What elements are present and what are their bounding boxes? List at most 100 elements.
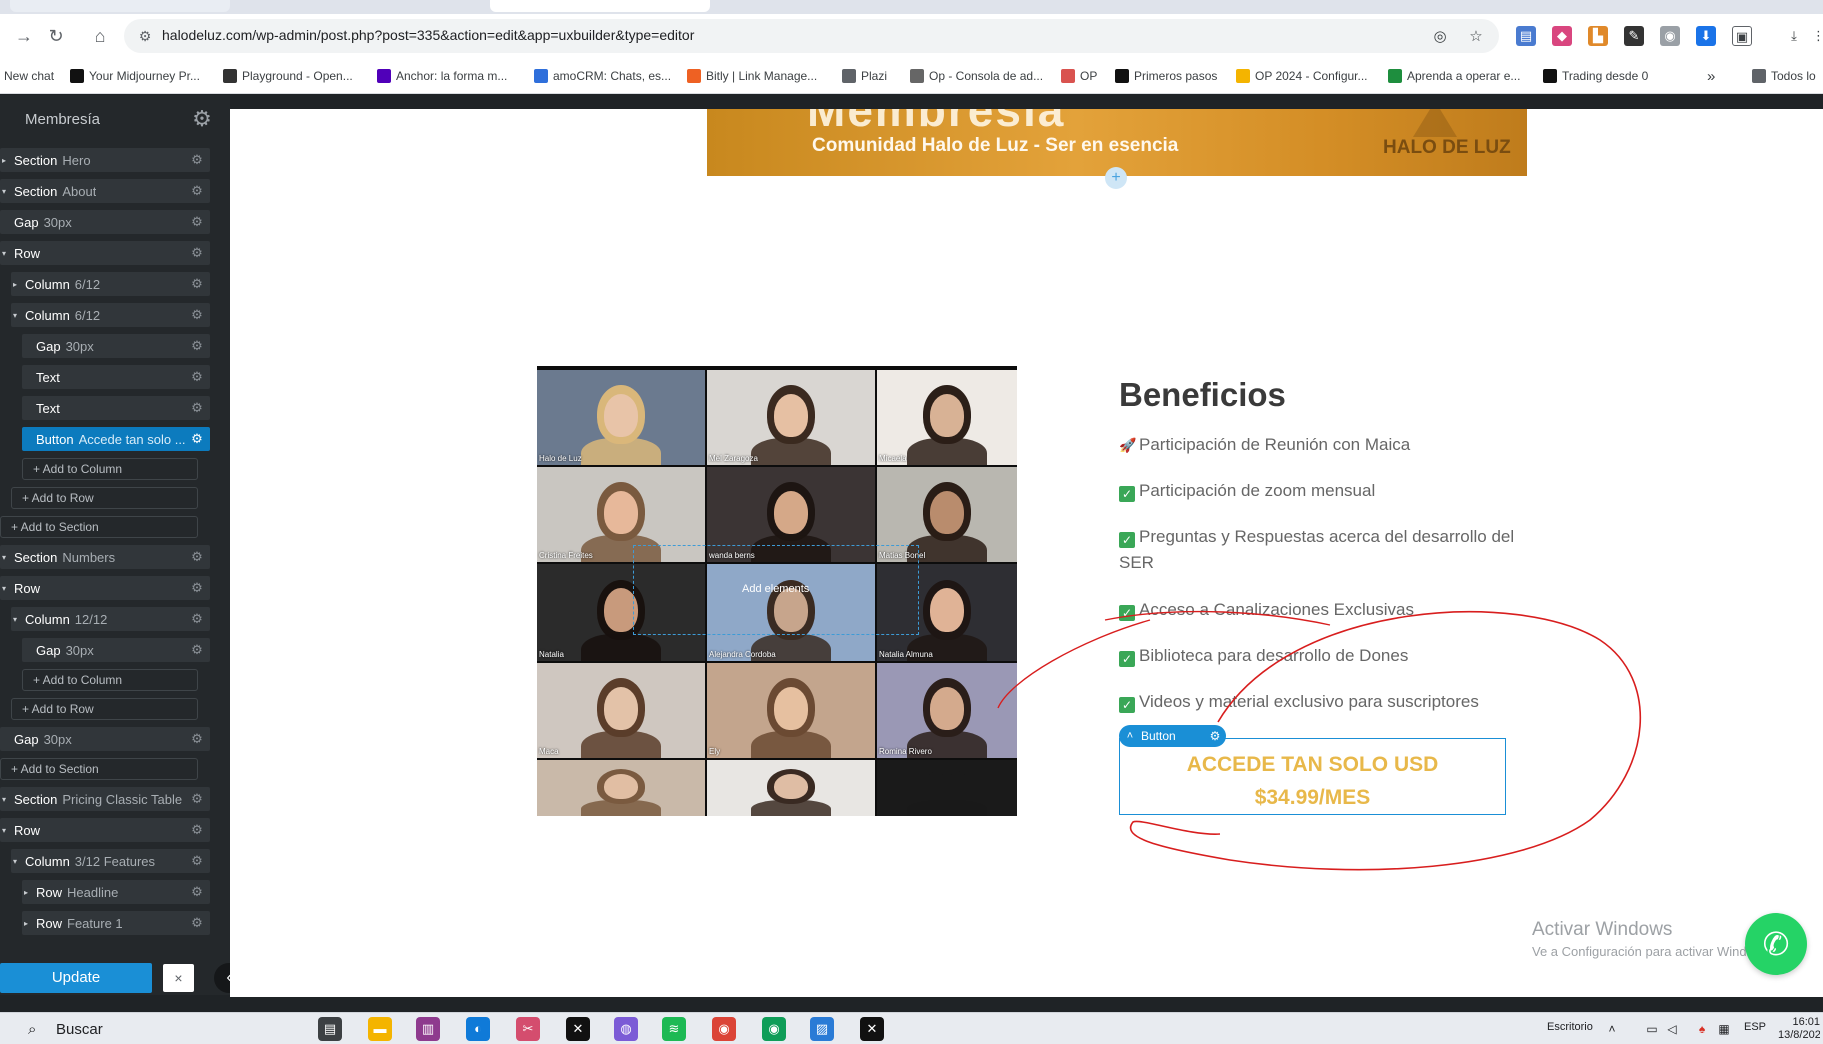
bookmark-item[interactable]: New chat [4,67,54,85]
address-bar[interactable]: ⚙ halodeluz.com/wp-admin/post.php?post=3… [124,19,1499,53]
camera-icon[interactable]: ◉ [1660,26,1680,46]
bookmark-item[interactable]: Playground - Open... [223,67,353,85]
bookmark-item[interactable]: Op - Consola de ad... [910,67,1043,85]
bookmark-item[interactable]: Plazi [842,67,887,85]
url-text[interactable]: halodeluz.com/wp-admin/post.php?post=335… [162,27,694,43]
add-element-button[interactable]: + Add to Row [11,698,198,720]
clock[interactable]: 16:01 13/8/2024 [1778,1016,1820,1042]
tree-item-section[interactable]: ▾ Section Pricing Classic Table ⚙ [0,787,210,811]
tree-item-section[interactable]: ▾ Section About ⚙ [0,179,210,203]
bookmark-item[interactable]: Trading desde 0 [1543,67,1648,85]
chat-badge-icon[interactable]: ◍ [614,1017,638,1041]
gear-icon[interactable]: ⚙ [188,641,206,659]
whatsapp-icon[interactable]: ✆ [1745,913,1807,975]
language-indicator[interactable]: ESP [1744,1021,1766,1033]
chrome-icon[interactable]: ◉ [712,1017,736,1041]
photos-icon[interactable]: ▨ [810,1017,834,1041]
reload-icon[interactable]: ↻ [42,22,70,50]
network-icon[interactable]: ▦ [1716,1020,1732,1038]
benefit-item[interactable]: ✓ Videos y material exclusivo para suscri… [1119,689,1519,715]
add-elements-dropzone[interactable]: Add elements [633,545,919,635]
caret-down-icon[interactable]: ▾ [2,187,12,196]
bookmark-item[interactable]: Aprenda a operar e... [1388,67,1520,85]
chrome-icon[interactable]: ◉ [762,1017,786,1041]
tree-item-button[interactable]: Button Accede tan solo ... ⚙ [22,427,210,451]
benefit-item[interactable]: 🚀 Participación de Reunión con Maica [1119,432,1519,458]
gear-icon[interactable]: ⚙ [188,182,206,200]
bookmark-item[interactable]: Todos lo [1752,67,1816,85]
caret-down-icon[interactable]: ▾ [2,826,12,835]
button-element-toolbar[interactable]: ˄ Button ⚙ [1119,725,1226,747]
tree-item-gap[interactable]: Gap 30px ⚙ [0,210,210,234]
tree-item-gap[interactable]: Gap 30px ⚙ [22,334,210,358]
bookmark-item[interactable]: OP 2024 - Configur... [1236,67,1368,85]
bookmark-item[interactable]: Bitly | Link Manage... [687,67,817,85]
chevron-up-icon[interactable]: ˄ [1119,730,1141,742]
add-section-icon[interactable]: + [1105,167,1127,189]
tree-item-text[interactable]: Text ⚙ [22,365,210,389]
gear-icon[interactable]: ⚙ [188,730,206,748]
tree-item-gap[interactable]: Gap 30px ⚙ [22,638,210,662]
snipping-icon[interactable]: ✂ [516,1017,540,1041]
downloads-icon[interactable]: ⤓ [1784,26,1804,46]
gear-icon[interactable]: ⚙ [190,107,214,131]
tree-item-column[interactable]: ▾ Column 12/12 ⚙ [11,607,210,631]
add-element-button[interactable]: + Add to Column [22,458,198,480]
benefit-item[interactable]: ✓ Acceso a Canalizaciones Exclusivas [1119,597,1519,623]
caret-right-icon[interactable]: ▸ [24,888,34,897]
download-extension-icon[interactable]: ⬇ [1696,26,1716,46]
caret-down-icon[interactable]: ▾ [2,553,12,562]
gear-icon[interactable]: ⚙ [188,306,206,324]
add-element-button[interactable]: + Add to Section [0,758,198,780]
tree-item-section[interactable]: ▾ Section Numbers ⚙ [0,545,210,569]
tree-item-column[interactable]: ▸ Column 6/12 ⚙ [11,272,210,296]
tree-item-row[interactable]: ▾ Row ⚙ [0,576,210,600]
puzzle-icon[interactable]: ▣ [1732,26,1752,46]
gear-icon[interactable]: ⚙ [188,610,206,628]
add-element-button[interactable]: + Add to Row [11,487,198,509]
capcut-icon[interactable]: ✕ [566,1017,590,1041]
gear-icon[interactable]: ⚙ [188,337,206,355]
gear-icon[interactable]: ⚙ [188,399,206,417]
forward-icon[interactable]: → [10,22,38,50]
gear-icon[interactable]: ⚙ [188,790,206,808]
gear-icon[interactable]: ⚙ [188,914,206,932]
gear-icon[interactable]: ⚙ [1204,729,1226,743]
gear-icon[interactable]: ⚙ [188,579,206,597]
desktop-label[interactable]: Escritorio [1547,1021,1593,1033]
cta-button[interactable]: ACCEDE TAN SOLO USD $34.99/MES [1119,738,1506,815]
close-icon[interactable]: × [163,964,194,992]
tree-item-section[interactable]: ▸ Section Hero ⚙ [0,148,210,172]
benefit-item[interactable]: ✓ Participación de zoom mensual [1119,478,1519,504]
bookmark-item[interactable]: OP [1061,67,1097,85]
chevron-up-icon[interactable]: ˄ [1604,1020,1620,1038]
bookmark-item[interactable]: amoCRM: Chats, es... [534,67,671,85]
speaker-icon[interactable]: ◁ [1664,1020,1680,1038]
gear-icon[interactable]: ⚙ [188,821,206,839]
gear-icon[interactable]: ⚙ [188,430,206,448]
tree-item-row[interactable]: ▸ Row Feature 1 ⚙ [22,911,210,935]
tree-item-row[interactable]: ▾ Row ⚙ [0,241,210,265]
task-view-icon[interactable]: ▤ [318,1017,342,1041]
caret-down-icon[interactable]: ▾ [13,857,23,866]
spotify-icon[interactable]: ≋ [662,1017,686,1041]
extension-icon[interactable]: ▤ [1516,26,1536,46]
add-element-button[interactable]: + Add to Section [0,516,198,538]
home-icon[interactable]: ⌂ [86,22,114,50]
bookmarks-overflow-icon[interactable]: » [1707,67,1715,85]
tree-item-gap[interactable]: Gap 30px ⚙ [0,727,210,751]
tab-background[interactable] [10,0,230,12]
file-explorer-icon[interactable]: ▬ [368,1017,392,1041]
caret-right-icon[interactable]: ▸ [24,919,34,928]
capcut-icon[interactable]: ✕ [860,1017,884,1041]
extension-icon[interactable]: ▙ [1588,26,1608,46]
tree-item-row[interactable]: ▾ Row ⚙ [0,818,210,842]
caret-right-icon[interactable]: ▸ [13,280,23,289]
update-button[interactable]: Update [0,963,152,993]
antivirus-icon[interactable]: ♠ [1694,1020,1710,1038]
gear-icon[interactable]: ⚙ [188,883,206,901]
benefits-title[interactable]: Beneficios [1119,376,1286,414]
gear-icon[interactable]: ⚙ [188,244,206,262]
site-info-icon[interactable]: ⚙ [136,27,154,45]
hero-banner[interactable]: Membresía Comunidad Halo de Luz - Ser en… [707,109,1527,176]
